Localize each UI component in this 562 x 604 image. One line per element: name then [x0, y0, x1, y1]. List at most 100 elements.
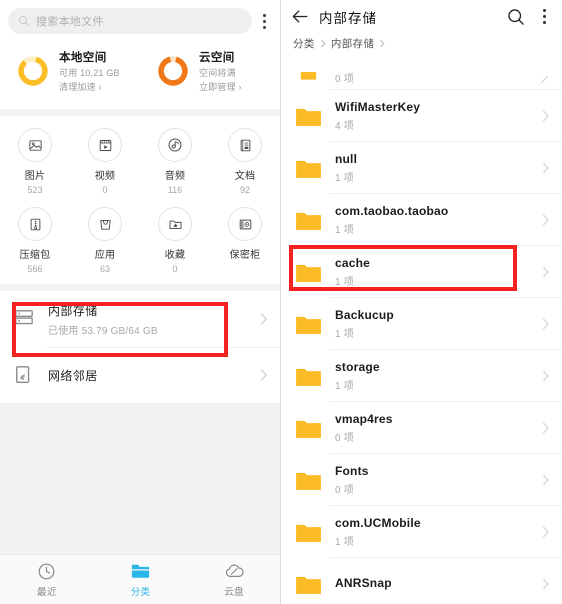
document-icon — [228, 128, 262, 162]
folder-icon — [296, 212, 321, 230]
breadcrumb-item-internal-storage[interactable]: 内部存储 — [331, 36, 375, 51]
chevron-right-icon — [542, 266, 549, 278]
category-label: 图片 — [24, 171, 46, 182]
category-count: 566 — [27, 264, 43, 274]
file-list-row[interactable]: vmap4res 0 项 — [281, 402, 562, 454]
category-label: 压缩包 — [19, 250, 51, 261]
apk-icon — [88, 207, 122, 241]
chevron-right-icon — [320, 39, 326, 48]
more-vertical-icon[interactable] — [535, 9, 553, 24]
file-item-count: 0 项 — [335, 433, 354, 444]
nav-item-cloud[interactable]: 云盘 — [187, 555, 280, 604]
search-input[interactable]: 搜索本地文件 — [8, 8, 252, 34]
search-row: 搜索本地文件 — [0, 0, 280, 43]
category-label: 视频 — [94, 171, 116, 182]
chevron-right-icon — [542, 578, 549, 590]
storage-row-internal[interactable]: 内部存储 已使用 53.79 GB/64 GB — [0, 291, 280, 347]
audio-icon — [158, 128, 192, 162]
cloud-space-ring-icon — [158, 56, 188, 86]
file-item-name: vmap4res — [335, 412, 393, 426]
chevron-right-icon — [380, 39, 385, 48]
nav-item-recent[interactable]: 最近 — [0, 555, 94, 604]
file-list-row[interactable]: WifiMasterKey 4 项 — [281, 90, 562, 142]
chevron-right-icon — [542, 474, 549, 486]
folder-icon — [296, 264, 321, 282]
cloud-space-card[interactable]: 云空间 空间将满 立即管理 › — [140, 49, 280, 93]
nav-label: 分类 — [130, 586, 151, 598]
category-item-videos[interactable]: 视频 0 — [70, 128, 140, 195]
folder-icon — [131, 564, 150, 578]
category-label: 收藏 — [164, 250, 186, 261]
pencil-icon[interactable] — [539, 74, 550, 85]
storage-row-title: 网络邻居 — [48, 368, 98, 383]
local-space-card[interactable]: 本地空间 可用 10.21 GB 清理加速 › — [0, 49, 140, 93]
file-list: 0 项 WifiMasterKey 4 项 null 1 项 com.taoba… — [281, 56, 562, 604]
storage-row-network[interactable]: 网络邻居 — [0, 347, 280, 403]
folder-icon — [296, 576, 321, 594]
file-list-row[interactable]: storage 1 项 — [281, 350, 562, 402]
file-list-row-cache[interactable]: cache 1 项 — [281, 246, 562, 298]
file-list-row[interactable]: com.UCMobile 1 项 — [281, 506, 562, 558]
file-list-row[interactable]: 0 项 — [281, 56, 562, 90]
category-item-safe[interactable]: 保密柜 — [210, 207, 280, 274]
file-item-name: null — [335, 152, 358, 166]
folder-icon — [296, 420, 321, 438]
chevron-right-icon — [542, 214, 549, 226]
video-icon — [88, 128, 122, 162]
search-icon — [19, 16, 30, 27]
file-item-name: com.UCMobile — [335, 516, 421, 530]
category-item-audio[interactable]: 音频 116 — [140, 128, 210, 195]
file-browser-header: 内部存储 — [281, 0, 562, 33]
category-item-favorites[interactable]: 收藏 0 — [140, 207, 210, 274]
storage-summary-cards: 本地空间 可用 10.21 GB 清理加速 › 云空间 空间将满 立即管理 › — [0, 43, 280, 109]
more-vertical-icon[interactable] — [252, 13, 274, 29]
nav-item-categories[interactable]: 分类 — [94, 555, 188, 604]
cloud-space-action[interactable]: 立即管理 › — [199, 80, 242, 93]
file-list-row[interactable]: Backucup 1 项 — [281, 298, 562, 350]
file-item-count: 4 项 — [335, 121, 354, 132]
file-item-name: WifiMasterKey — [335, 100, 421, 114]
network-neighbor-icon — [16, 366, 30, 383]
file-list-row[interactable]: Fonts 0 项 — [281, 454, 562, 506]
category-item-archives[interactable]: 压缩包 566 — [0, 207, 70, 274]
category-item-apps[interactable]: 应用 63 — [70, 207, 140, 274]
chevron-right-icon — [260, 313, 267, 325]
file-item-name: Fonts — [335, 464, 369, 478]
file-item-count: 1 项 — [335, 225, 354, 236]
category-count: 0 — [172, 264, 178, 274]
storage-row-subtitle: 已使用 53.79 GB/64 GB — [48, 325, 158, 337]
nav-label: 云盘 — [224, 586, 244, 598]
file-list-row[interactable]: com.taobao.taobao 1 项 — [281, 194, 562, 246]
file-list-row[interactable]: ANRSnap — [281, 558, 562, 604]
file-manager-screen: 搜索本地文件 本地空间 可用 10.21 GB 清理加速 › 云空间 空间将满 … — [0, 0, 562, 604]
chevron-right-icon — [542, 370, 549, 382]
chevron-right-icon — [542, 110, 549, 122]
local-space-action[interactable]: 清理加速 › — [59, 80, 120, 93]
folder-icon — [296, 524, 321, 542]
file-item-name: storage — [335, 360, 380, 374]
file-item-name: ANRSnap — [335, 575, 392, 590]
local-space-subtitle: 可用 10.21 GB — [59, 68, 120, 78]
category-count: 92 — [239, 185, 250, 195]
chevron-right-icon — [542, 318, 549, 330]
category-item-documents[interactable]: 文档 92 — [210, 128, 280, 195]
category-item-images[interactable]: 图片 523 — [0, 128, 70, 195]
left-pane-categories: 搜索本地文件 本地空间 可用 10.21 GB 清理加速 › 云空间 空间将满 … — [0, 0, 281, 604]
folder-icon — [296, 108, 321, 126]
folder-icon — [296, 472, 321, 490]
folder-icon — [296, 160, 321, 178]
category-label: 应用 — [94, 250, 116, 261]
breadcrumb: 分类 内部存储 — [281, 33, 562, 56]
file-list-row[interactable]: null 1 项 — [281, 142, 562, 194]
right-pane-file-browser: 内部存储 分类 内部存储 0 项 WifiMasterKey 4 项 null … — [281, 0, 562, 604]
back-arrow-icon[interactable] — [292, 9, 309, 24]
folder-icon — [296, 368, 321, 386]
breadcrumb-item-categories[interactable]: 分类 — [293, 36, 315, 51]
chevron-right-icon: › — [98, 82, 102, 92]
favorite-folder-icon — [158, 207, 192, 241]
zip-icon — [18, 207, 52, 241]
file-item-count: 1 项 — [335, 329, 354, 340]
storage-row-title: 内部存储 — [48, 303, 98, 318]
clock-icon — [38, 563, 55, 579]
search-icon[interactable] — [507, 8, 525, 26]
